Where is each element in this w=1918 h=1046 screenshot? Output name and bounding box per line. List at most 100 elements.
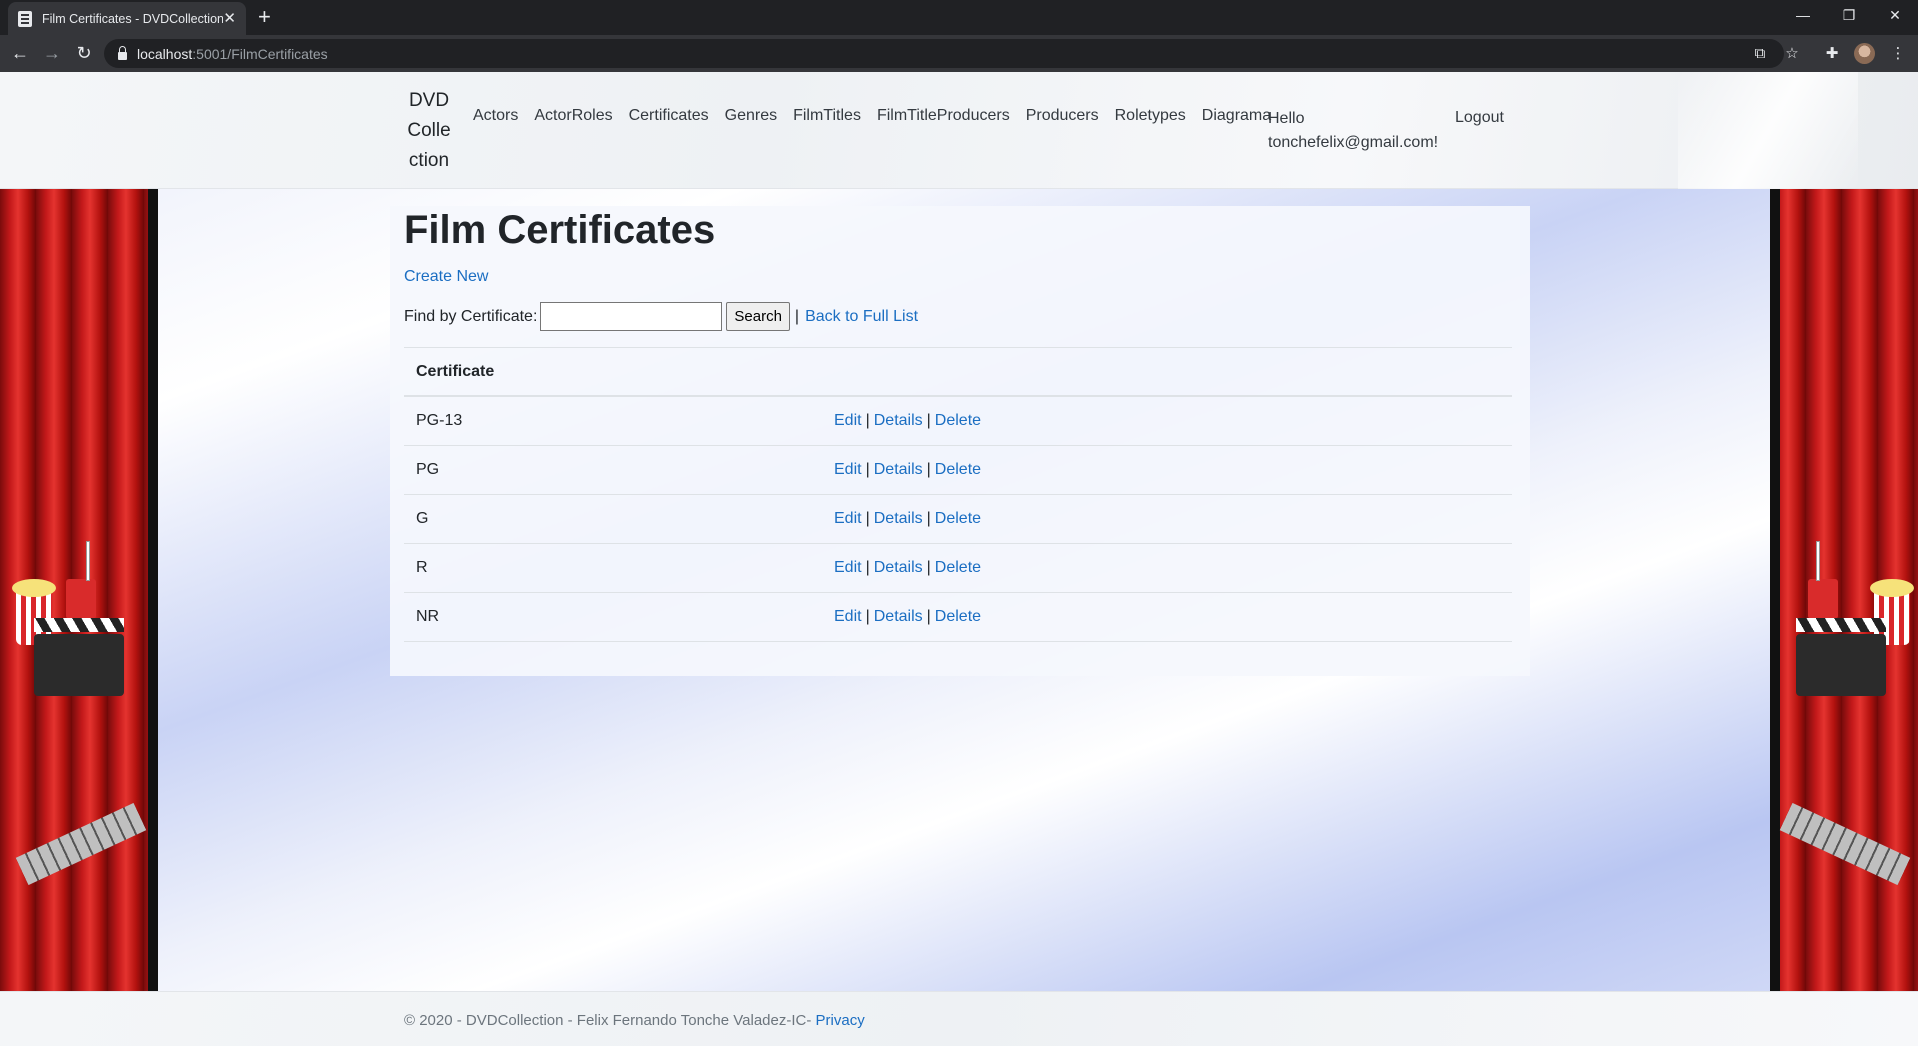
table-row: G Edit | Details | Delete [404,495,1512,544]
nav-filmtitleproducers[interactable]: FilmTitleProducers [877,107,1010,125]
delete-link[interactable]: Delete [935,559,981,576]
curtain-frame [148,189,158,991]
greeting-hello: Hello [1268,110,1305,127]
find-label: Find by Certificate: [404,307,538,325]
certificate-cell: R [416,559,428,576]
bookmark-star-icon[interactable]: ☆ [1780,41,1804,65]
site-header: DVD Collection Actors ActorRoles Certifi… [0,72,1918,189]
edit-link[interactable]: Edit [834,559,862,576]
extensions-puzzle-icon[interactable]: ✚ [1820,41,1844,65]
nav-roletypes[interactable]: Roletypes [1115,107,1186,125]
restore-icon[interactable]: ❐ [1826,0,1872,30]
delete-link[interactable]: Delete [935,461,981,478]
separator: | [865,461,870,478]
certificate-cell: PG-13 [416,412,463,429]
table-row: NR Edit | Details | Delete [404,593,1512,642]
brand-link[interactable]: DVD Collection [404,86,454,176]
soda-cup-icon [1808,579,1838,619]
details-link[interactable]: Details [874,608,923,625]
translate-icon[interactable]: ⧉ [1748,41,1772,65]
reload-icon[interactable]: ↻ [72,41,96,65]
certificate-cell: G [416,510,429,527]
table-row: PG-13 Edit | Details | Delete [404,397,1512,446]
edit-link[interactable]: Edit [834,461,862,478]
row-actions: Edit | Details | Delete [834,412,981,430]
profile-avatar[interactable] [1854,43,1875,64]
logout-button[interactable]: Logout [1455,109,1504,127]
browser-tab-bar: Film Certificates - DVDCollection ✕ + — … [0,0,1918,35]
delete-link[interactable]: Delete [935,412,981,429]
certificate-cell: PG [416,461,440,478]
edit-link[interactable]: Edit [834,608,862,625]
table-row: R Edit | Details | Delete [404,544,1512,593]
privacy-link[interactable]: Privacy [816,1012,865,1029]
left-curtain-decoration [0,189,158,991]
separator: | [926,510,931,527]
separator: | [865,412,870,429]
back-arrow-icon[interactable]: ← [8,41,32,65]
separator: | [865,559,870,576]
separator: | [926,461,931,478]
site-footer: © 2020 - DVDCollection - Felix Fernando … [0,991,1918,1046]
minimize-icon[interactable]: — [1780,0,1826,30]
edit-link[interactable]: Edit [834,412,862,429]
certificate-search-input[interactable] [540,302,723,331]
close-window-icon[interactable]: ✕ [1872,0,1918,30]
copyright-text: © 2020 - DVDCollection - Felix Fernando … [404,1012,812,1029]
straw-icon [86,541,90,581]
tab-title: Film Certificates - DVDCollection [42,11,224,26]
table-row: PG Edit | Details | Delete [404,446,1512,495]
delete-link[interactable]: Delete [935,510,981,527]
menu-kebab-icon[interactable]: ⋮ [1886,41,1910,65]
delete-link[interactable]: Delete [935,608,981,625]
curtain-frame [1770,189,1780,991]
browser-tab[interactable]: Film Certificates - DVDCollection ✕ [8,2,246,35]
row-actions: Edit | Details | Delete [834,510,981,528]
nav-filmtitles[interactable]: FilmTitles [793,107,861,125]
certificate-cell: NR [416,608,440,625]
search-button[interactable]: Search [726,302,790,331]
nav-genres[interactable]: Genres [725,107,777,125]
user-greeting[interactable]: Hello tonchefelix@gmail.com! [1268,107,1438,155]
details-link[interactable]: Details [874,461,923,478]
new-tab-button[interactable]: + [258,4,271,30]
right-curtain-decoration [1770,189,1918,991]
column-header-certificate: Certificate [404,347,1512,397]
film-strip-icon [1779,802,1911,886]
details-link[interactable]: Details [874,559,923,576]
address-bar[interactable]: localhost:5001/FilmCertificates [104,39,1784,68]
footer-text: © 2020 - DVDCollection - Felix Fernando … [404,1012,865,1029]
details-link[interactable]: Details [874,412,923,429]
greeting-email: tonchefelix@gmail.com! [1268,134,1439,151]
nav-certificates[interactable]: Certificates [629,107,709,125]
back-to-full-list-link[interactable]: Back to Full List [805,308,918,326]
browser-toolbar: ← → ↻ localhost:5001/FilmCertificates ⧉ … [0,35,1918,72]
create-new-link[interactable]: Create New [404,268,488,286]
separator: | [926,608,931,625]
row-actions: Edit | Details | Delete [834,461,981,479]
straw-icon [1816,541,1820,581]
nav-diagrama[interactable]: Diagrama [1202,107,1271,125]
separator: | [926,559,931,576]
nav-actorroles[interactable]: ActorRoles [534,107,612,125]
page-favicon-icon [18,10,32,27]
nav-actors[interactable]: Actors [473,107,518,125]
web-page: DVD Collection Actors ActorRoles Certifi… [0,72,1918,1046]
separator: | [794,307,800,325]
certificates-table: Certificate PG-13 Edit | Details | Delete PG… [404,347,1512,642]
soda-cup-icon [66,579,96,619]
url-path: :5001/FilmCertificates [192,45,328,62]
details-link[interactable]: Details [874,510,923,527]
nav-producers[interactable]: Producers [1026,107,1099,125]
page-title: Film Certificates [404,208,716,252]
clapperboard-icon [34,618,124,696]
separator: | [865,608,870,625]
lock-icon [118,45,127,60]
row-actions: Edit | Details | Delete [834,608,981,626]
clapperboard-icon [1796,618,1886,696]
close-tab-icon[interactable]: ✕ [223,11,236,26]
edit-link[interactable]: Edit [834,510,862,527]
forward-arrow-icon[interactable]: → [40,41,64,65]
content-card: Film Certificates Create New Find by Cer… [390,206,1530,676]
separator: | [865,510,870,527]
